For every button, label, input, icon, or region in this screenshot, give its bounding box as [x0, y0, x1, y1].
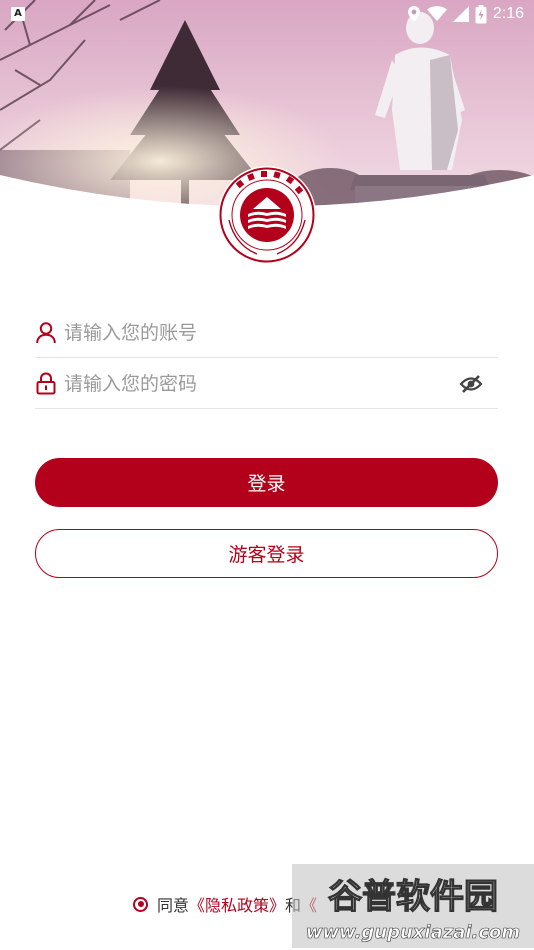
wifi-icon: [426, 6, 447, 21]
location-icon: [407, 6, 420, 22]
account-field[interactable]: [35, 308, 498, 358]
clock-time: 2:16: [492, 5, 524, 22]
agree-radio[interactable]: [133, 896, 148, 912]
university-seal-logo: [217, 165, 317, 265]
signal-icon: [452, 6, 469, 22]
agreement-prefix: 同意: [157, 896, 190, 915]
watermark-title: 谷普软件园: [328, 877, 498, 917]
guest-login-button[interactable]: 游客登录: [35, 529, 498, 578]
password-field[interactable]: [35, 359, 498, 409]
notification-a-icon: A: [11, 7, 25, 21]
user-icon: [35, 321, 57, 345]
privacy-agreement: 同意 《隐私政策》 和 《: [133, 891, 317, 917]
watermark-url: www.gupuxiazai.com: [306, 922, 520, 943]
password-input[interactable]: [64, 363, 458, 404]
battery-charging-icon: [475, 4, 487, 23]
lock-icon: [35, 372, 57, 396]
privacy-policy-link[interactable]: 《隐私政策》: [189, 892, 285, 916]
site-watermark: 谷普软件园 www.gupuxiazai.com: [292, 864, 534, 948]
status-icons: 2:16: [407, 3, 524, 25]
status-bar: A 2:16: [0, 0, 534, 28]
login-button[interactable]: 登录: [35, 458, 498, 507]
account-input[interactable]: [64, 312, 498, 353]
eye-off-icon[interactable]: [458, 372, 484, 396]
